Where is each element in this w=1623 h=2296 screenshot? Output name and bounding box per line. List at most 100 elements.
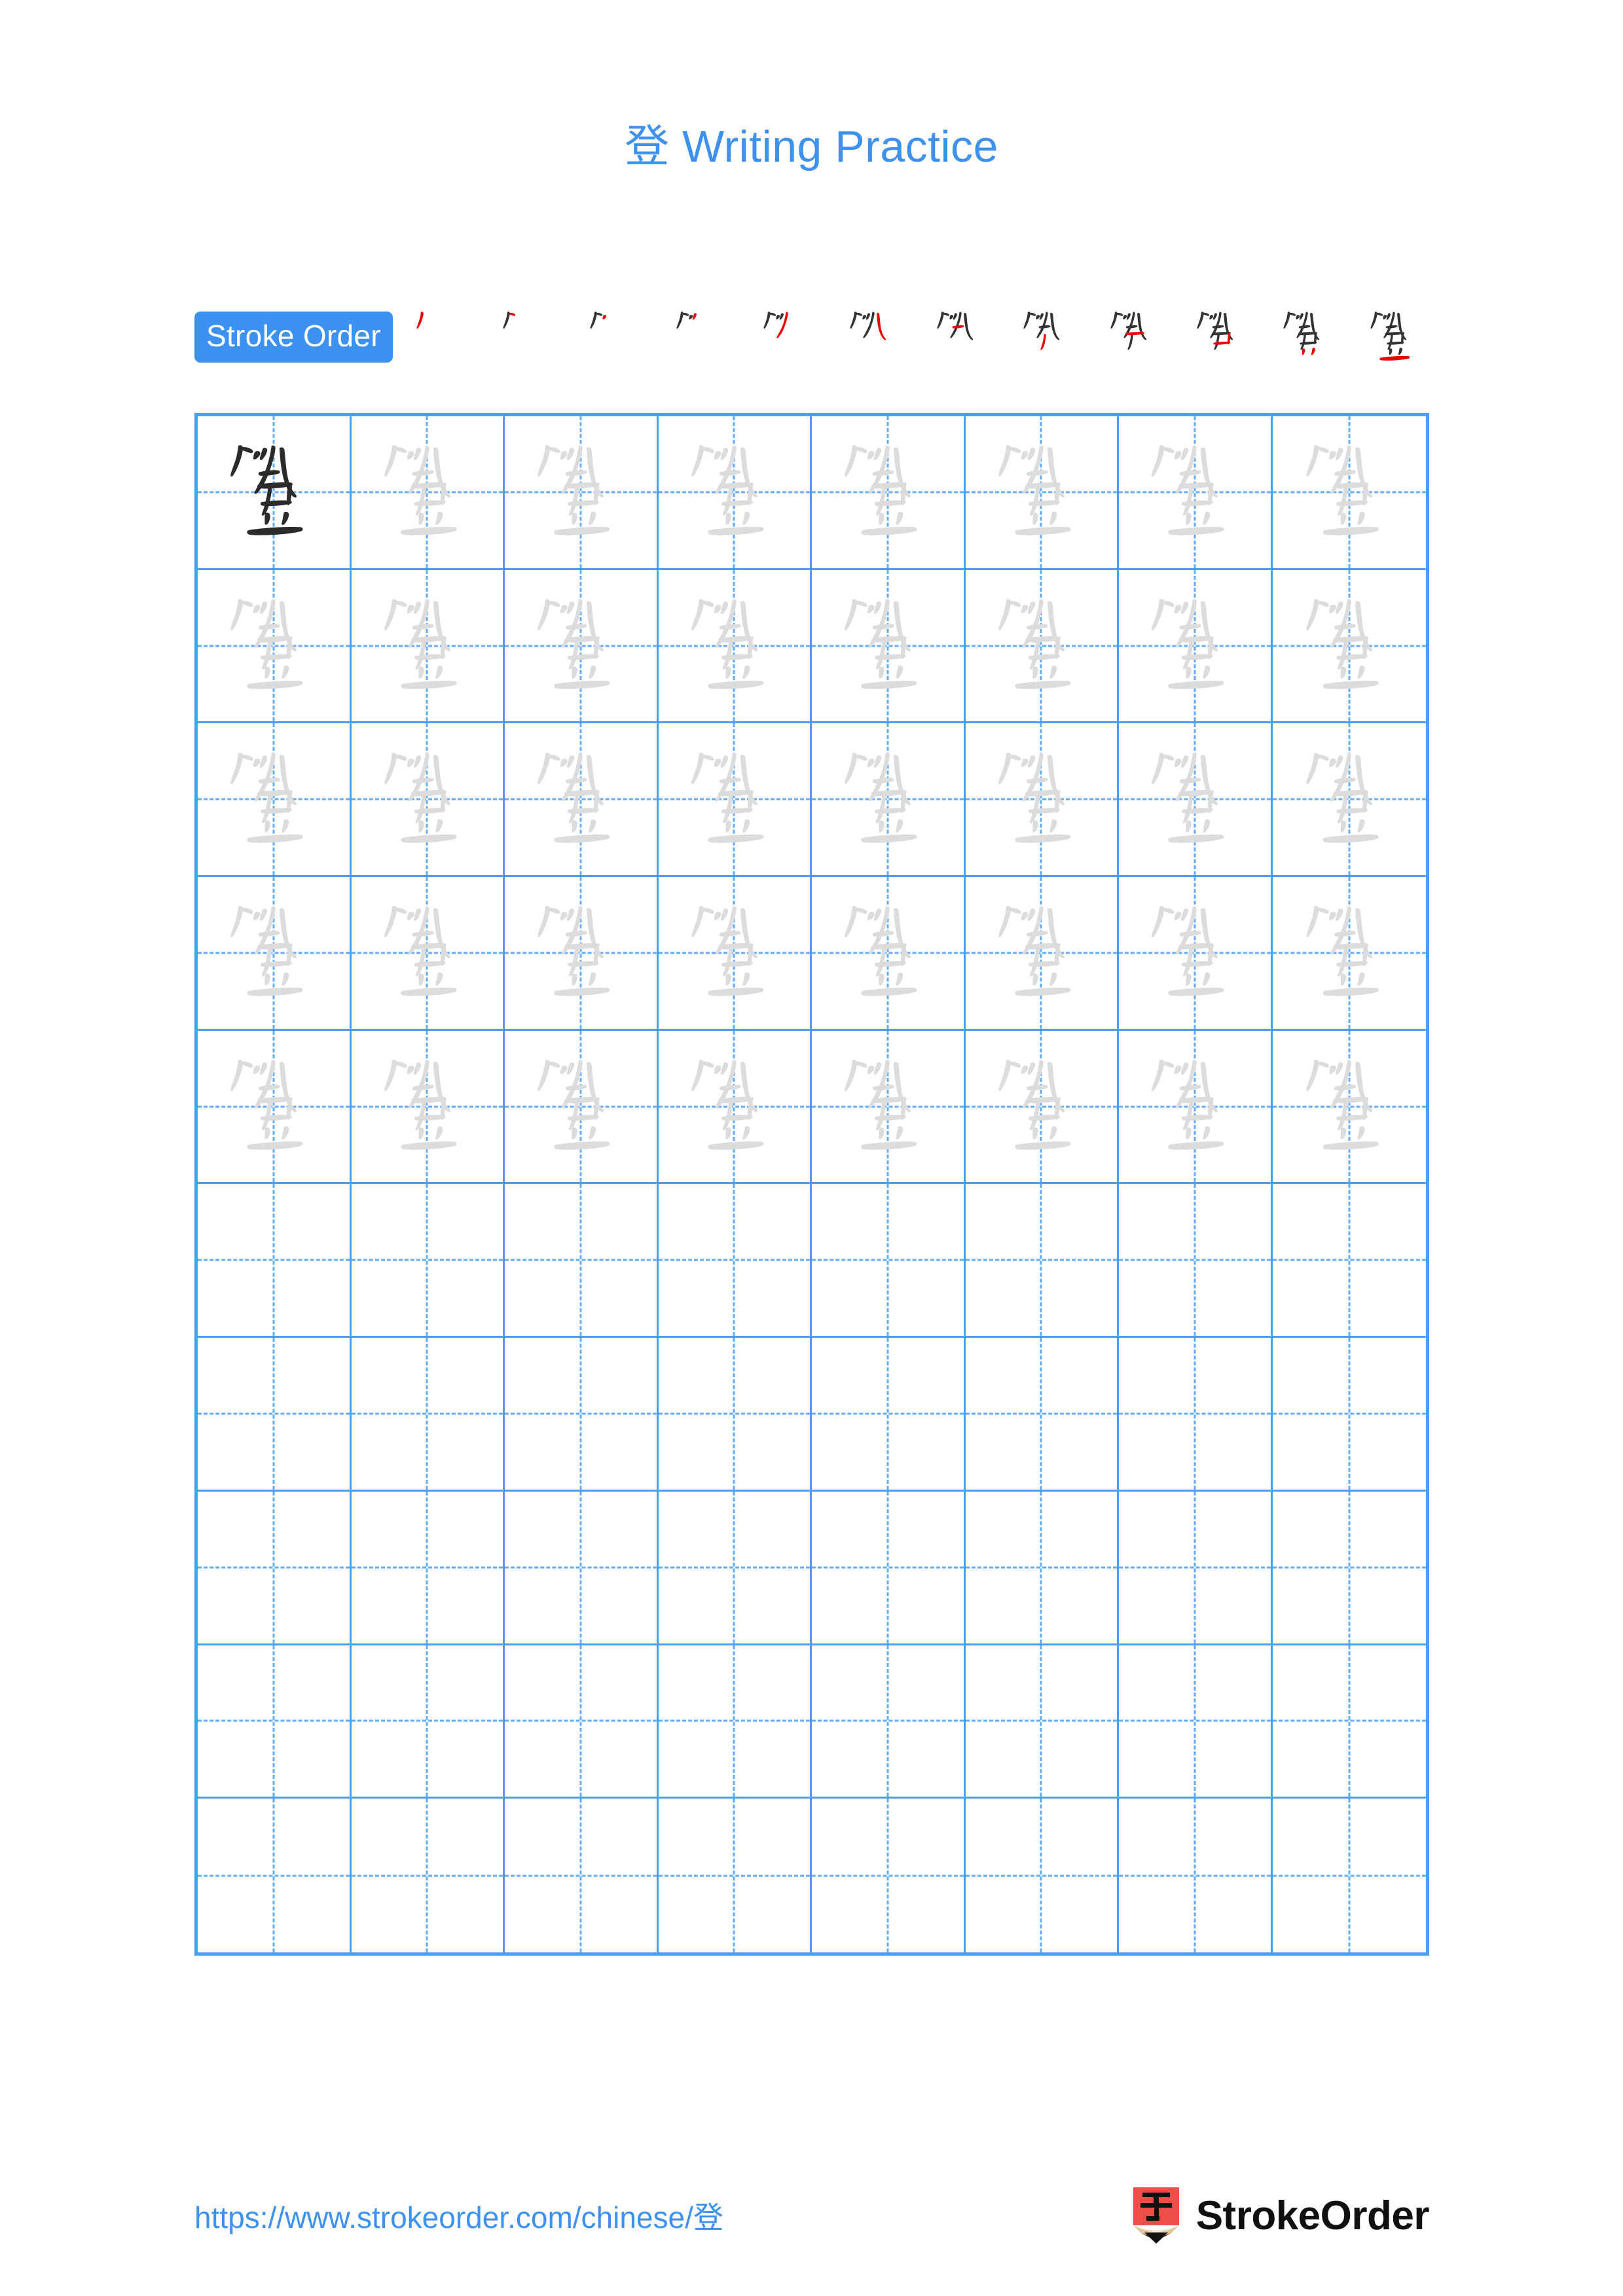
practice-cell-r2-c6[interactable]	[965, 569, 1119, 724]
practice-cell-r4-c2[interactable]	[351, 877, 505, 1031]
practice-cell-r3-c8[interactable]	[1272, 723, 1426, 878]
practice-cell-r8-c8[interactable]	[1272, 1492, 1426, 1645]
practice-cell-r3-c5[interactable]	[812, 723, 966, 878]
practice-cell-r2-c7[interactable]	[1119, 569, 1273, 724]
guide-character	[812, 416, 964, 568]
practice-cell-r1-c4[interactable]	[658, 416, 812, 570]
practice-cell-r10-c2[interactable]	[352, 1799, 505, 1952]
stroke-order-step-9	[1099, 302, 1169, 372]
practice-cell-r5-c7[interactable]	[1119, 1030, 1273, 1185]
guide-character	[966, 1031, 1118, 1183]
practice-cell-r4-c3[interactable]	[505, 877, 659, 1031]
practice-cell-r4-c1[interactable]	[198, 877, 352, 1031]
practice-cell-r7-c7[interactable]	[1119, 1338, 1273, 1492]
practice-cell-r8-c6[interactable]	[965, 1491, 1119, 1645]
practice-cell-r1-c8[interactable]	[1272, 416, 1426, 570]
practice-cell-r8-c2[interactable]	[351, 1491, 505, 1645]
practice-cell-r1-c1[interactable]	[198, 416, 352, 570]
practice-cell-r6-c2[interactable]	[351, 1184, 505, 1338]
guide-character	[812, 570, 964, 722]
practice-cell-r8-c5[interactable]	[812, 1491, 966, 1645]
practice-cell-r10-c4[interactable]	[659, 1799, 812, 1952]
practice-cell-r2-c5[interactable]	[812, 569, 966, 724]
practice-cell-r5-c5[interactable]	[812, 1030, 966, 1185]
practice-cell-r9-c4[interactable]	[658, 1645, 812, 1799]
practice-cell-r9-c5[interactable]	[812, 1645, 966, 1799]
practice-cell-r5-c1[interactable]	[198, 1030, 352, 1185]
practice-cell-r9-c7[interactable]	[1119, 1645, 1273, 1799]
practice-cell-r9-c8[interactable]	[1272, 1645, 1426, 1799]
practice-cell-r4-c5[interactable]	[812, 877, 966, 1031]
practice-cell-r1-c3[interactable]	[505, 416, 659, 570]
guide-character	[812, 723, 964, 875]
practice-cell-r9-c2[interactable]	[351, 1645, 505, 1799]
practice-cell-r2-c8[interactable]	[1272, 570, 1427, 724]
guide-character	[659, 723, 811, 875]
practice-cell-r3-c4[interactable]	[658, 723, 812, 878]
practice-cell-r8-c4[interactable]	[658, 1491, 812, 1645]
practice-cell-r3-c6[interactable]	[965, 723, 1119, 878]
practice-cell-r4-c4[interactable]	[658, 877, 812, 1031]
source-url-link[interactable]: https://www.strokeorder.com/chinese/登	[194, 2194, 723, 2237]
practice-cell-r9-c1[interactable]	[198, 1645, 352, 1799]
practice-cell-r7-c4[interactable]	[658, 1338, 812, 1492]
guide-character	[198, 570, 350, 722]
practice-cell-r10-c3[interactable]	[505, 1799, 659, 1952]
practice-cell-r1-c5[interactable]	[812, 416, 966, 570]
practice-cell-r8-c3[interactable]	[505, 1491, 659, 1645]
practice-cell-r7-c6[interactable]	[965, 1338, 1119, 1492]
model-character	[198, 416, 350, 568]
practice-cell-r8-c1[interactable]	[198, 1491, 352, 1645]
practice-cell-r8-c7[interactable]	[1119, 1491, 1273, 1645]
practice-cell-r7-c2[interactable]	[351, 1338, 505, 1492]
practice-cell-r4-c7[interactable]	[1119, 877, 1273, 1031]
practice-cell-r1-c7[interactable]	[1119, 416, 1273, 570]
practice-cell-r2-c4[interactable]	[658, 569, 812, 724]
practice-cell-r7-c3[interactable]	[505, 1338, 659, 1492]
practice-cell-r10-c5[interactable]	[812, 1799, 966, 1952]
practice-cell-r10-c6[interactable]	[966, 1799, 1119, 1952]
practice-cell-r6-c6[interactable]	[965, 1184, 1119, 1338]
guide-character	[1273, 570, 1427, 722]
practice-cell-r6-c4[interactable]	[658, 1184, 812, 1338]
stroke-order-step-6	[838, 302, 909, 372]
guide-character	[505, 877, 657, 1029]
practice-cell-r5-c6[interactable]	[965, 1030, 1119, 1185]
practice-cell-r3-c7[interactable]	[1119, 723, 1273, 878]
stroke-order-step-list	[405, 308, 1429, 367]
practice-cell-r1-c6[interactable]	[965, 416, 1119, 570]
stroke-order-section: Stroke Order	[194, 308, 1429, 367]
practice-cell-r6-c3[interactable]	[505, 1184, 659, 1338]
practice-cell-r7-c5[interactable]	[812, 1338, 966, 1492]
practice-cell-r4-c6[interactable]	[965, 877, 1119, 1031]
practice-cell-r3-c2[interactable]	[351, 723, 505, 878]
practice-cell-r6-c7[interactable]	[1119, 1184, 1273, 1338]
practice-cell-r5-c4[interactable]	[658, 1030, 812, 1185]
practice-cell-r5-c2[interactable]	[351, 1030, 505, 1185]
stroke-order-step-12	[1359, 302, 1429, 372]
practice-cell-r6-c1[interactable]	[198, 1184, 352, 1338]
practice-cell-r4-c8[interactable]	[1272, 877, 1426, 1031]
guide-character	[1119, 570, 1271, 722]
practice-cell-r7-c1[interactable]	[198, 1338, 352, 1492]
practice-cell-r2-c1[interactable]	[198, 569, 352, 724]
practice-cell-r5-c8[interactable]	[1272, 1031, 1426, 1185]
practice-cell-r1-c2[interactable]	[351, 416, 505, 570]
practice-cell-r7-c8[interactable]	[1272, 1338, 1426, 1492]
practice-cell-r6-c8[interactable]	[1272, 1184, 1426, 1338]
practice-cell-r10-c7[interactable]	[1119, 1799, 1273, 1952]
practice-cell-r6-c5[interactable]	[812, 1184, 966, 1338]
page-title-text: Writing Practice	[682, 122, 998, 171]
practice-cell-r2-c2[interactable]	[351, 569, 505, 724]
practice-cell-r9-c6[interactable]	[965, 1645, 1119, 1799]
practice-cell-r3-c3[interactable]	[505, 723, 659, 878]
practice-cell-r3-c1[interactable]	[198, 723, 352, 878]
guide-character	[505, 1031, 657, 1183]
practice-cell-r2-c3[interactable]	[505, 569, 659, 724]
practice-cell-r5-c3[interactable]	[505, 1030, 659, 1185]
practice-cell-r10-c1[interactable]	[198, 1799, 352, 1952]
guide-character	[966, 416, 1118, 568]
guide-character	[1119, 1031, 1271, 1183]
practice-cell-r10-c8[interactable]	[1273, 1799, 1427, 1952]
practice-cell-r9-c3[interactable]	[505, 1645, 659, 1799]
